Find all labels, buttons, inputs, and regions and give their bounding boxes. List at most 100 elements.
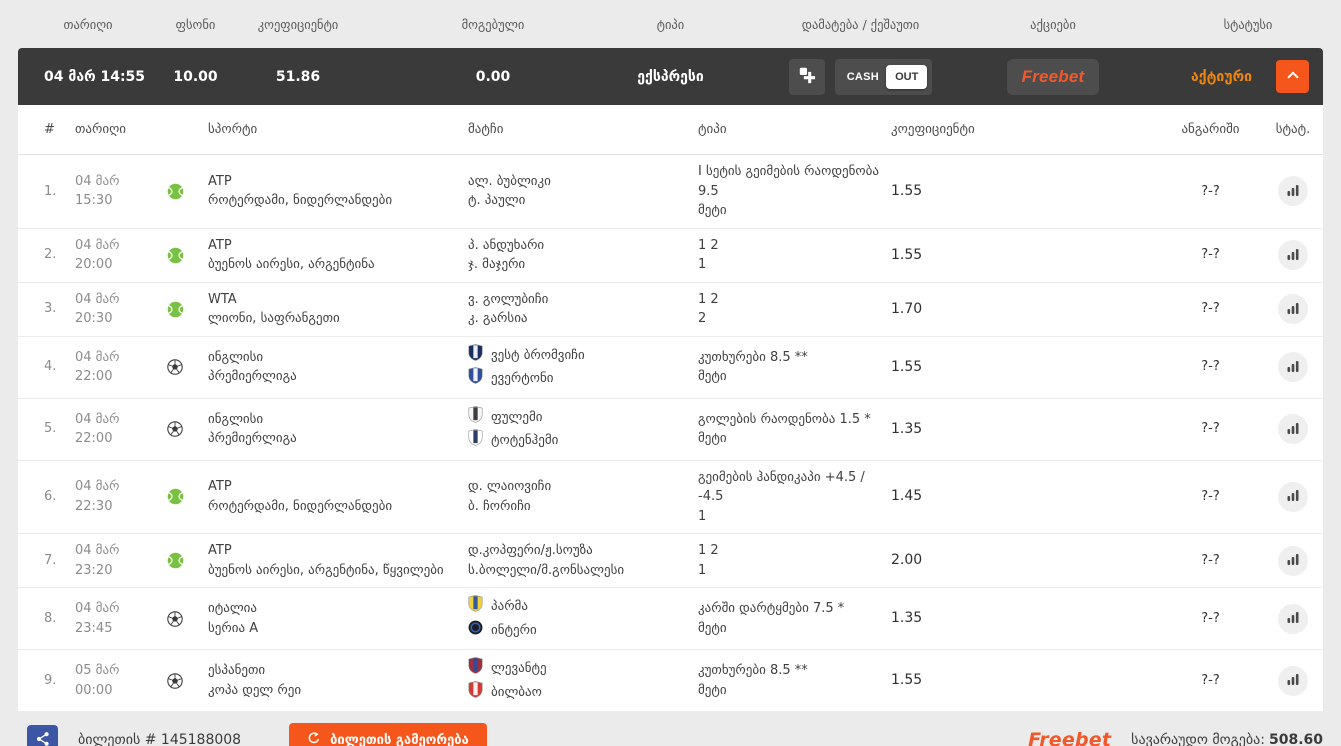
stats-button[interactable]	[1278, 545, 1308, 576]
row-score: ?-?	[1201, 610, 1220, 626]
overview-header: თარიღი ფსონი კოეფიციენტი მოგებული ტიპი დ…	[18, 0, 1323, 48]
row-stat-cell	[1263, 352, 1323, 382]
row-score: ?-?	[1201, 359, 1220, 375]
repeat-ticket-button[interactable]: ბილეთის გამეორება	[289, 722, 487, 746]
row-league: ATP როტერდამი, ნიდერლანდები	[208, 173, 393, 209]
add-icon	[798, 66, 816, 87]
col-label-promos: აქციები	[1030, 16, 1076, 32]
football-icon	[160, 421, 190, 437]
row-coefficient: 1.70	[891, 300, 923, 317]
row-number: 2.	[44, 247, 57, 263]
stats-button[interactable]	[1278, 176, 1308, 207]
row-date: 04 მარ 22:00	[75, 349, 120, 385]
row-number: 1.	[44, 183, 57, 199]
stats-button[interactable]	[1278, 603, 1308, 634]
table-row: 4. 04 მარ 22:00 ინგლისი პრემიერლიგა ვესტ ბრომ…	[18, 337, 1323, 399]
row-number: 5.	[44, 421, 57, 437]
stats-button[interactable]	[1278, 665, 1308, 696]
stats-button[interactable]	[1278, 240, 1308, 270]
row-match: დ. ლაიოვიჩი ბ. ჩორიჩი	[468, 479, 552, 514]
row-stat-cell	[1263, 603, 1323, 634]
ticket-number: ბილეთის # 145188008	[78, 732, 242, 746]
repeat-button-label: ბილეთის გამეორება	[330, 732, 469, 746]
row-date: 04 მარ 23:45	[75, 601, 120, 636]
row-match: ლევანტე ბილბაო	[468, 657, 698, 704]
bet-date: 04 მარ 14:55	[44, 68, 146, 85]
bar-chart-icon	[1286, 488, 1300, 505]
row-match: დ.კოპფერი/ჟ.სოუზა ს.ბოლელი/მ.გონსალესი	[468, 543, 625, 578]
row-bet-type: 1 21	[698, 237, 719, 273]
row-stat-cell	[1263, 294, 1323, 324]
table-body: 1. 04 მარ 15:30 ATP როტერდამი, ნიდერლანდები ა…	[18, 155, 1323, 712]
th-stat: სტატ.	[1275, 122, 1311, 137]
row-score: ?-?	[1201, 552, 1220, 568]
bar-chart-icon	[1286, 359, 1300, 376]
everton-logo	[468, 367, 483, 391]
row-match: ფულემი ტოტენჰემი	[468, 405, 698, 453]
row-date: 04 მარ 22:30	[75, 479, 120, 514]
row-score: ?-?	[1201, 421, 1220, 437]
row-number: 7.	[44, 552, 57, 568]
row-number: 8.	[44, 610, 57, 626]
row-date: 04 მარ 22:00	[75, 411, 120, 447]
row-bet-type: I სეტის გეიმების რაოდენობა 9.5 მეტი	[698, 164, 879, 218]
row-league: ATP ბუენოს აირესი, არგენტინა	[208, 237, 375, 273]
tennis-icon	[160, 247, 190, 264]
col-label-status: სტატუსი	[1223, 16, 1273, 32]
row-number: 3.	[44, 301, 57, 317]
row-number: 4.	[44, 359, 57, 375]
stats-button[interactable]	[1278, 414, 1308, 444]
row-bet-type: 1 21	[698, 543, 719, 578]
th-coefficient: კოეფიციენტი	[891, 122, 975, 137]
row-bet-type: კარში დარტყმები 7.5 * მეტი	[698, 601, 845, 636]
th-type: ტიპი	[698, 122, 727, 137]
parma-logo	[468, 595, 483, 619]
stats-button[interactable]	[1278, 481, 1308, 512]
row-league: ATP როტერდამი, ნიდერლანდები	[208, 479, 393, 514]
row-coefficient: 1.55	[891, 672, 923, 688]
tennis-icon	[160, 301, 190, 318]
table-header: # თარიღი სპორტი მატჩი ტიპი კოეფიციენტი ა…	[18, 105, 1323, 155]
cashout-button[interactable]: CASH OUT	[834, 58, 933, 95]
payout-value: 508.60	[1268, 732, 1323, 746]
row-date: 04 მარ 20:00	[75, 237, 120, 273]
freebet-chip[interactable]: Freebet	[1006, 58, 1100, 95]
table-row: 1. 04 მარ 15:30 ATP როტერდამი, ნიდერლანდები ა…	[18, 155, 1323, 229]
fulham-logo	[468, 405, 483, 430]
row-score: ?-?	[1201, 489, 1220, 504]
col-label-stake: ფსონი	[175, 16, 216, 32]
collapse-button[interactable]	[1276, 60, 1309, 93]
col-label-coefficient: კოეფიციენტი	[257, 16, 339, 32]
table-row: 6. 04 მარ 22:30 ATP როტერდამი, ნიდერლანდები დ…	[18, 461, 1323, 534]
inter-logo	[468, 619, 483, 643]
col-label-won: მოგებული	[461, 16, 525, 32]
share-button[interactable]	[27, 724, 58, 746]
row-score: ?-?	[1201, 183, 1220, 199]
bar-chart-icon	[1286, 301, 1300, 318]
row-number: 6.	[44, 489, 57, 504]
row-coefficient: 1.55	[891, 182, 923, 199]
bet-won: 0.00	[475, 68, 511, 85]
th-number: #	[44, 122, 55, 137]
row-match: ალ. ბუბლიკი ტ. პაული	[468, 173, 551, 209]
row-match: ვესტ ბრომვიჩი ევერტონი	[468, 343, 698, 391]
row-coefficient: 1.35	[891, 420, 923, 437]
row-coefficient: 1.55	[891, 358, 923, 375]
stats-button[interactable]	[1278, 352, 1308, 382]
row-number: 9.	[44, 672, 57, 688]
share-icon	[35, 731, 51, 746]
row-stat-cell	[1263, 545, 1323, 576]
tottenham-logo	[468, 429, 483, 453]
row-score: ?-?	[1201, 301, 1220, 317]
football-icon	[160, 610, 190, 627]
row-bet-type: გეიმების ჰანდიკაპი +4.5 / -4.5 1	[698, 469, 865, 524]
bilbao-logo	[468, 680, 483, 705]
row-stat-cell	[1263, 481, 1323, 512]
stats-button[interactable]	[1278, 294, 1308, 324]
row-score: ?-?	[1201, 247, 1220, 263]
add-bet-button[interactable]	[788, 58, 825, 95]
football-icon	[160, 672, 190, 689]
row-date: 04 მარ 23:20	[75, 543, 120, 578]
row-score: ?-?	[1201, 672, 1220, 688]
row-league: ესპანეთი კოპა დელ რეი	[208, 663, 302, 698]
